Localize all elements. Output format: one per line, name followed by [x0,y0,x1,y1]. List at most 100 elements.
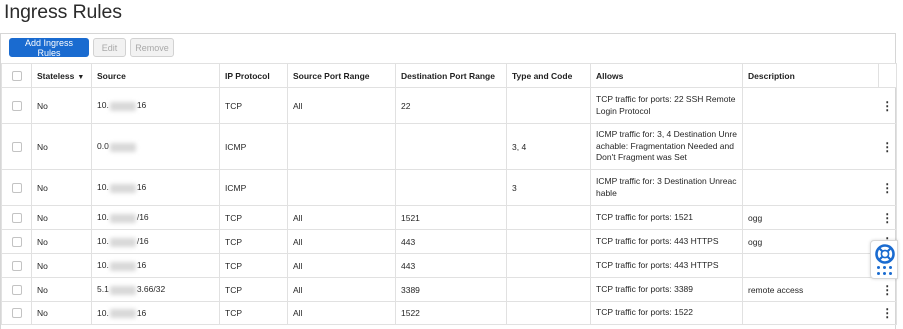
cell-allows: TCP traffic for ports: 1522 [590,301,743,325]
cell-source: 10. 16 [91,253,220,278]
redacted-mask [109,183,136,193]
cell-stateless: No [31,87,92,124]
cell-type-and-code [506,253,591,278]
header-allows: Allows [590,63,743,88]
cell-description [742,253,879,278]
row-checkbox[interactable] [11,260,22,271]
cell-type-and-code: 3 [506,169,591,206]
redacted-mask [109,237,136,247]
cell-stateless: No [31,169,92,206]
header-actions [878,63,897,88]
table-row: No 10. 16 TCP All 22 TCP traffic for port… [1,87,897,124]
cell-description [742,169,879,206]
header-ip-protocol: IP Protocol [219,63,288,88]
cell-description: ogg [742,205,879,230]
cell-type-and-code [506,277,591,302]
vertical-ellipsis-icon[interactable]: ⋮ [881,181,893,195]
vertical-ellipsis-icon[interactable]: ⋮ [881,283,893,297]
cell-source: 0.0 [91,123,220,170]
cell-allows: TCP traffic for ports: 22 SSH Remote Logi… [590,87,743,124]
redacted-mask [109,101,136,111]
cell-description [742,301,879,325]
cell-destination-port-range: 22 [395,87,507,124]
cell-stateless: No [31,229,92,254]
cell-description [742,123,879,170]
cell-stateless: No [31,277,92,302]
cell-ip-protocol: TCP [219,229,288,254]
cell-ip-protocol: TCP [219,205,288,230]
vertical-ellipsis-icon[interactable]: ⋮ [881,306,893,320]
cell-destination-port-range: 3389 [395,277,507,302]
cell-ip-protocol: TCP [219,301,288,325]
row-checkbox[interactable] [11,100,22,111]
row-checkbox[interactable] [11,182,22,193]
redacted-mask [109,285,136,295]
row-checkbox[interactable] [11,236,22,247]
cell-source: 10. 16 [91,169,220,206]
vertical-ellipsis-icon[interactable]: ⋮ [881,211,893,225]
header-type-and-code: Type and Code [506,63,591,88]
cell-type-and-code [506,301,591,325]
cell-source: 10. 16 [91,87,220,124]
select-all-checkbox[interactable] [11,70,22,81]
cell-type-and-code [506,205,591,230]
cell-source-port-range: All [287,205,396,230]
redacted-mask [109,142,136,152]
cell-ip-protocol: TCP [219,277,288,302]
cell-stateless: No [31,205,92,230]
apps-grid-icon[interactable] [877,266,893,276]
cell-stateless: No [31,123,92,170]
cell-ip-protocol: ICMP [219,169,288,206]
header-stateless[interactable]: Stateless ▼ [31,63,92,88]
cell-source: 10. 16 [91,301,220,325]
cell-type-and-code: 3, 4 [506,123,591,170]
help-widget[interactable] [870,240,898,279]
cell-allows: TCP traffic for ports: 3389 [590,277,743,302]
table-row: No 0.0 ICMP 3, 4 ICMP traffic for: 3, 4 … [1,123,897,170]
table-row: No 10./16 TCP All 443 TCP traffic for po… [1,229,897,254]
row-checkbox[interactable] [11,212,22,223]
cell-ip-protocol: TCP [219,87,288,124]
cell-allows: TCP traffic for ports: 1521 [590,205,743,230]
vertical-ellipsis-icon[interactable]: ⋮ [881,140,893,154]
cell-destination-port-range: 443 [395,229,507,254]
cell-allows: TCP traffic for ports: 443 HTTPS [590,253,743,278]
header-select-all[interactable] [1,63,32,88]
table-row: No 10. 16 ICMP 3 ICMP traffic for: 3 Dest… [1,169,897,206]
cell-allows: ICMP traffic for: 3, 4 Destination Unre a… [590,123,743,170]
table-header-row: Stateless ▼ Source IP Protocol Source Por… [1,63,897,88]
add-ingress-rules-button[interactable]: Add Ingress Rules [9,38,89,58]
cell-stateless: No [31,253,92,278]
row-checkbox[interactable] [11,141,22,152]
cell-destination-port-range [395,123,507,170]
cell-source: 10./16 [91,229,220,254]
ingress-rules-table: Stateless ▼ Source IP Protocol Source Por… [1,63,897,325]
table-row: No 10. 16 TCP All 1522 TCP traffic for po… [1,301,897,325]
cell-stateless: No [31,301,92,325]
sort-descending-icon[interactable]: ▼ [77,74,84,81]
cell-description [742,87,879,124]
cell-source-port-range [287,123,396,170]
vertical-ellipsis-icon[interactable]: ⋮ [881,99,893,113]
row-checkbox[interactable] [11,284,22,295]
table-row: No 10. 16 TCP All 443 TCP traffic for por… [1,253,897,278]
cell-destination-port-range [395,169,507,206]
cell-source-port-range [287,169,396,206]
cell-ip-protocol: ICMP [219,123,288,170]
lifebuoy-help-icon[interactable] [873,243,897,265]
cell-source-port-range: All [287,87,396,124]
cell-description: ogg [742,229,879,254]
cell-ip-protocol: TCP [219,253,288,278]
cell-allows: ICMP traffic for: 3 Destination Unreac ha… [590,169,743,206]
cell-source: 10./16 [91,205,220,230]
header-source: Source [91,63,220,88]
cell-description: remote access [742,277,879,302]
cell-destination-port-range: 1521 [395,205,507,230]
redacted-mask [109,261,136,271]
cell-type-and-code [506,229,591,254]
cell-source-port-range: All [287,301,396,325]
edit-button[interactable]: Edit [93,38,126,57]
cell-destination-port-range: 443 [395,253,507,278]
remove-button[interactable]: Remove [130,38,174,57]
row-checkbox[interactable] [11,308,22,319]
